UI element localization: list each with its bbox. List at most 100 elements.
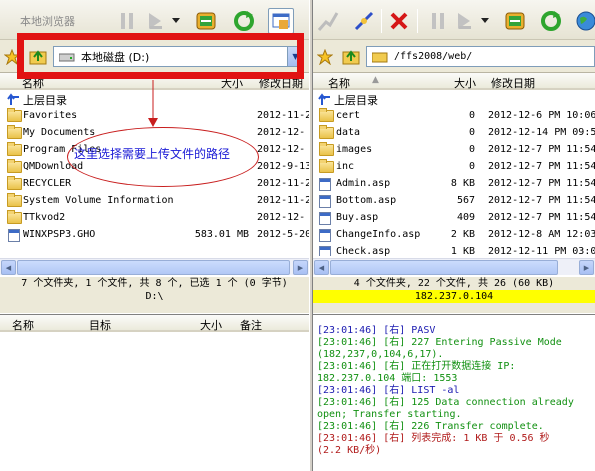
remote-file-size: 0	[468, 110, 475, 121]
local-file-name: TTkvod2	[23, 212, 66, 223]
queue-col-name[interactable]: 名称	[12, 317, 34, 333]
remote-file-name: Buy.asp	[336, 212, 379, 223]
folder-icon	[372, 52, 388, 62]
local-file-row[interactable]: TTkvod2 2012-12-	[0, 210, 309, 227]
local-scroll-left[interactable]: ◀	[1, 260, 16, 275]
remote-scroll-right[interactable]: ▶	[579, 260, 594, 275]
disconnect-icon	[354, 11, 374, 31]
remote-path-combo[interactable]: /ffs2008/web/	[366, 46, 595, 67]
local-scroll-thumb[interactable]	[17, 260, 290, 275]
play-icon	[149, 13, 162, 29]
local-file-size: 583.01 MB	[194, 229, 249, 240]
remote-file-name: inc	[336, 161, 355, 172]
remote-file-size: 8 KB	[450, 178, 475, 189]
remote-bookmark-button[interactable]	[316, 48, 334, 68]
remote-file-row[interactable]: Bottom.asp 567 2012-12-7 PM 11:54	[313, 193, 595, 210]
remote-file-size: 0	[468, 161, 475, 172]
pause-icon	[432, 13, 444, 29]
remote-file-name: Bottom.asp	[336, 195, 397, 206]
pause-button[interactable]	[114, 8, 140, 34]
remote-up-folder-button[interactable]	[342, 48, 360, 68]
disconnect-button[interactable]	[351, 8, 377, 34]
remote-file-row[interactable]: Admin.asp 8 KB 2012-12-7 PM 11:54	[313, 176, 595, 193]
remote-file-name: cert	[336, 110, 361, 121]
remote-file-date: 2012-12-7 PM 11:54	[488, 161, 595, 172]
log-line: [23:01:46] [右] 125 Data connection alrea…	[317, 397, 574, 408]
remote-scroll-thumb[interactable]	[330, 260, 558, 275]
up-arrow-icon	[318, 93, 330, 105]
remote-file-row[interactable]: ChangeInfo.asp 2 KB 2012-12-8 AM 12:03	[313, 227, 595, 244]
queue-col-note[interactable]: 备注	[240, 317, 262, 333]
remote-file-row[interactable]: Buy.asp 409 2012-12-7 PM 11:54	[313, 210, 595, 227]
local-file-date: 2012-5-20	[257, 229, 309, 240]
pause-icon	[121, 13, 133, 29]
stop-button[interactable]	[386, 8, 412, 34]
transfer-button[interactable]	[193, 8, 219, 34]
remote-file-row[interactable]: inc 0 2012-12-7 PM 11:54	[313, 159, 595, 176]
local-scroll-right[interactable]: ▶	[293, 260, 308, 275]
remote-file-size: 567	[456, 195, 475, 206]
remote-site-button[interactable]	[573, 8, 595, 34]
refresh-button[interactable]	[231, 8, 257, 34]
log-line: 182.237.0.104 端口: 1553	[317, 373, 458, 384]
remote-file-name: Check.asp	[336, 246, 391, 256]
ftp-client-window: 本地浏览器 本地磁盘 (D:) ▼ 名称 大小 修改日期 上层目录 Favori…	[0, 0, 595, 471]
local-file-date: 2012-11-2	[257, 178, 309, 189]
remote-transfer-button[interactable]	[502, 8, 528, 34]
log-line: [23:01:46] [右] 226 Transfer complete.	[317, 421, 544, 432]
local-file-date: 2012-12-	[257, 127, 306, 138]
local-file-date: 2012-12-	[257, 144, 306, 155]
remote-pane: /ffs2008/web/ 名称 ▲ 大小 修改日期 上层目录 cert 0 201…	[313, 0, 595, 314]
remote-file-row[interactable]: data 0 2012-12-14 PM 09:5	[313, 125, 595, 142]
folder-icon	[7, 176, 22, 190]
remote-file-size: 1 KB	[450, 246, 475, 256]
bookmark-star-icon	[316, 48, 334, 66]
local-file-date: 2012-11-2	[257, 110, 309, 121]
folder-icon	[7, 193, 22, 207]
queue-col-target[interactable]: 目标	[89, 317, 111, 333]
remote-col-name[interactable]: 名称	[328, 75, 350, 91]
remote-col-date[interactable]: 修改日期	[491, 75, 535, 91]
local-view-button[interactable]	[268, 8, 294, 34]
local-file-name: WINXPSP3.GHO	[23, 229, 96, 240]
local-file-name: Favorites	[23, 110, 78, 121]
file-icon	[319, 246, 331, 256]
local-file-row[interactable]: System Volume Information 2012-11-2	[0, 193, 309, 210]
log-line: [23:01:46] [右] 227 Entering Passive Mode	[317, 337, 562, 348]
remote-hscrollbar[interactable]: ◀ ▶	[313, 258, 595, 275]
queue-col-size[interactable]: 大小	[200, 317, 222, 333]
remote-file-list: 上层目录 cert 0 2012-12-6 PM 10:06 data 0 2012-12…	[313, 91, 595, 256]
remote-toolbar	[313, 0, 595, 40]
local-hscrollbar[interactable]: ◀ ▶	[0, 258, 309, 275]
local-up-label: 上层目录	[23, 94, 67, 107]
remote-file-date: 2012-12-7 PM 11:54	[488, 178, 595, 189]
folder-icon	[319, 125, 334, 139]
stop-icon	[390, 12, 408, 30]
refresh-icon	[541, 11, 561, 31]
queue-header: 名称 目标 大小 备注	[0, 315, 309, 332]
remote-file-date: 2012-12-11 PM 03:0	[488, 246, 595, 256]
play-dropdown[interactable]	[170, 8, 182, 34]
remote-status-host: 182.237.0.104	[313, 290, 595, 303]
remote-play-button[interactable]	[453, 8, 479, 34]
remote-file-size: 2 KB	[450, 229, 475, 240]
remote-col-size[interactable]: 大小	[454, 75, 476, 91]
local-file-name: RECYCLER	[23, 178, 72, 189]
remote-scroll-left[interactable]: ◀	[314, 260, 329, 275]
connect-button[interactable]	[315, 8, 341, 34]
folder-icon	[319, 108, 334, 122]
remote-play-dropdown[interactable]	[479, 8, 491, 34]
remote-file-row[interactable]: cert 0 2012-12-6 PM 10:06	[313, 108, 595, 125]
remote-up-row[interactable]: 上层目录	[313, 91, 595, 108]
transfer-icon	[196, 12, 216, 30]
remote-file-row[interactable]: images 0 2012-12-7 PM 11:54	[313, 142, 595, 159]
local-file-row[interactable]: WINXPSP3.GHO 583.01 MB 2012-5-20	[0, 227, 309, 244]
remote-refresh-button[interactable]	[538, 8, 564, 34]
file-icon	[319, 178, 331, 191]
play-button[interactable]	[144, 8, 170, 34]
remote-pause-button[interactable]	[425, 8, 451, 34]
remote-file-size: 0	[468, 127, 475, 138]
folder-icon	[7, 125, 22, 139]
remote-file-row[interactable]: Check.asp 1 KB 2012-12-11 PM 03:0	[313, 244, 595, 256]
remote-file-date: 2012-12-14 PM 09:5	[488, 127, 595, 138]
